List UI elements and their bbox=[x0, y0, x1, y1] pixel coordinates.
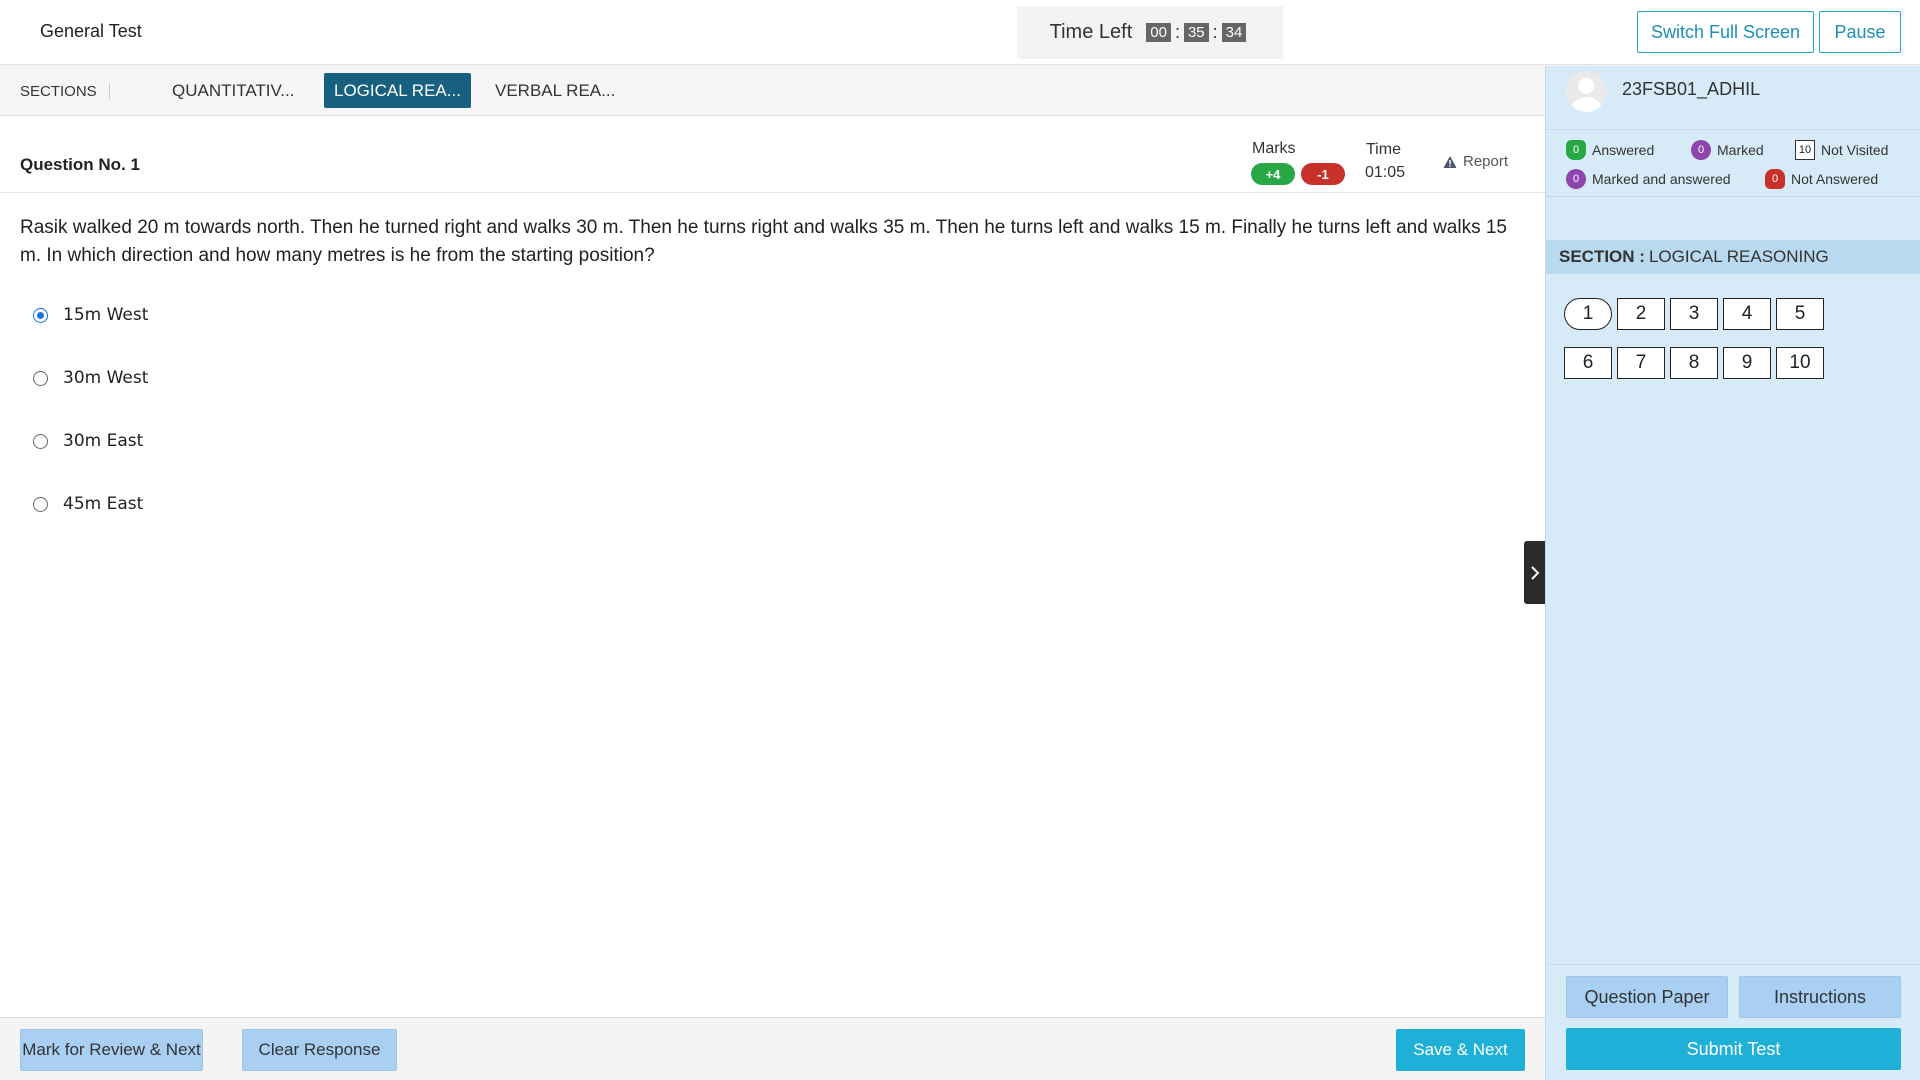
user-icon bbox=[1571, 78, 1602, 112]
section-header: SECTION : LOGICAL REASONING bbox=[1546, 240, 1920, 274]
divider bbox=[109, 83, 110, 99]
tab-logical-reasoning[interactable]: LOGICAL REA... bbox=[324, 73, 471, 108]
time-left-label: Time Left bbox=[1049, 21, 1133, 43]
option-2[interactable]: 30m West bbox=[33, 368, 148, 388]
timer-hours: 00 bbox=[1146, 23, 1171, 42]
marked-answered-badge: 0 bbox=[1566, 169, 1586, 189]
option-label: 15m West bbox=[63, 305, 149, 325]
legend-label: Answered bbox=[1592, 142, 1655, 158]
legend-not-visited: 10 Not Visited bbox=[1795, 140, 1888, 160]
question-button-8[interactable]: 8 bbox=[1670, 347, 1718, 379]
radio-button[interactable] bbox=[33, 433, 48, 449]
radio-button[interactable] bbox=[33, 370, 48, 386]
question-paper-button[interactable]: Question Paper bbox=[1566, 976, 1728, 1018]
legend-label: Not Visited bbox=[1821, 142, 1889, 158]
timer: Time Left 00 : 35 : 34 bbox=[1017, 6, 1283, 59]
legend-marked-and-answered: 0 Marked and answered bbox=[1566, 169, 1731, 189]
positive-marks-badge: +4 bbox=[1251, 163, 1295, 185]
question-button-3[interactable]: 3 bbox=[1670, 298, 1718, 330]
radio-button[interactable] bbox=[33, 496, 48, 512]
timer-seconds: 34 bbox=[1221, 23, 1247, 42]
timer-minutes: 35 bbox=[1183, 23, 1209, 42]
switch-full-screen-button[interactable]: Switch Full Screen bbox=[1637, 11, 1814, 53]
status-legend: 0 Answered 0 Marked 10 Not Visited 0 Mar… bbox=[1546, 129, 1920, 197]
bottom-action-bar: Mark for Review & Next Clear Response Sa… bbox=[0, 1017, 1545, 1080]
sections-label: SECTIONS bbox=[20, 83, 97, 100]
question-button-10[interactable]: 10 bbox=[1776, 347, 1824, 379]
negative-marks-badge: -1 bbox=[1301, 163, 1345, 185]
user-name: 23FSB01_ADHIL bbox=[1622, 79, 1761, 99]
test-title: General Test bbox=[40, 21, 142, 41]
marked-badge: 0 bbox=[1691, 140, 1711, 160]
question-text: Rasik walked 20 m towards north. Then he… bbox=[20, 217, 1507, 266]
save-next-button[interactable]: Save & Next bbox=[1396, 1029, 1525, 1071]
clear-response-button[interactable]: Clear Response bbox=[242, 1029, 397, 1071]
time-label: Time bbox=[1366, 141, 1401, 158]
option-label: 30m West bbox=[63, 368, 149, 388]
report-link[interactable]: Report bbox=[1443, 153, 1508, 170]
top-bar: General Test Time Left 00 : 35 : 34 Swit… bbox=[0, 0, 1920, 65]
tab-quantitative[interactable]: QUANTITATIV... bbox=[162, 73, 304, 108]
question-button-4[interactable]: 4 bbox=[1723, 298, 1771, 330]
timer-separator: : bbox=[1174, 22, 1180, 42]
report-label: Report bbox=[1463, 153, 1509, 170]
question-header: Question No. 1 Marks +4 -1 Time 01:05 Re… bbox=[0, 117, 1545, 193]
warning-icon bbox=[1443, 155, 1457, 168]
question-button-6[interactable]: 6 bbox=[1564, 347, 1612, 379]
legend-marked: 0 Marked bbox=[1691, 140, 1764, 160]
legend-label: Marked and answered bbox=[1592, 171, 1731, 187]
section-name: LOGICAL REASONING bbox=[1648, 247, 1829, 266]
sections-bar: SECTIONS QUANTITATIV... LOGICAL REA... V… bbox=[0, 66, 1545, 116]
option-1[interactable]: 15m West bbox=[33, 305, 148, 325]
chevron-right-icon bbox=[1530, 565, 1539, 580]
not-visited-badge: 10 bbox=[1795, 140, 1815, 160]
question-button-2[interactable]: 2 bbox=[1617, 298, 1665, 330]
timer-separator: : bbox=[1212, 22, 1218, 42]
question-palette-panel: 23FSB01_ADHIL 0 Answered 0 Marked 10 Not… bbox=[1545, 66, 1920, 1080]
legend-label: Marked bbox=[1717, 142, 1764, 158]
question-button-7[interactable]: 7 bbox=[1617, 347, 1665, 379]
panel-footer: Question Paper Instructions Submit Test bbox=[1546, 964, 1920, 1080]
pause-button[interactable]: Pause bbox=[1819, 11, 1901, 53]
legend-label: Not Answered bbox=[1791, 171, 1879, 187]
option-3[interactable]: 30m East bbox=[33, 431, 143, 451]
question-time-value: 01:05 bbox=[1365, 164, 1406, 181]
marks-label: Marks bbox=[1252, 140, 1296, 157]
answered-badge: 0 bbox=[1566, 140, 1586, 160]
question-number: Question No. 1 bbox=[20, 155, 140, 174]
question-button-5[interactable]: 5 bbox=[1776, 298, 1824, 330]
option-label: 30m East bbox=[63, 431, 144, 451]
tab-verbal-reasoning[interactable]: VERBAL REA... bbox=[485, 73, 625, 108]
question-button-9[interactable]: 9 bbox=[1723, 347, 1771, 379]
avatar bbox=[1566, 71, 1607, 112]
collapse-panel-handle[interactable] bbox=[1524, 541, 1545, 604]
option-label: 45m East bbox=[63, 494, 144, 514]
question-button-1[interactable]: 1 bbox=[1564, 298, 1612, 330]
radio-button[interactable] bbox=[33, 307, 48, 323]
instructions-button[interactable]: Instructions bbox=[1739, 976, 1901, 1018]
mark-for-review-next-button[interactable]: Mark for Review & Next bbox=[20, 1029, 203, 1071]
submit-test-button[interactable]: Submit Test bbox=[1566, 1028, 1901, 1070]
section-prefix: SECTION : bbox=[1559, 247, 1645, 266]
legend-answered: 0 Answered bbox=[1566, 140, 1654, 160]
not-answered-badge: 0 bbox=[1765, 169, 1785, 189]
option-4[interactable]: 45m East bbox=[33, 494, 143, 514]
legend-not-answered: 0 Not Answered bbox=[1765, 169, 1878, 189]
